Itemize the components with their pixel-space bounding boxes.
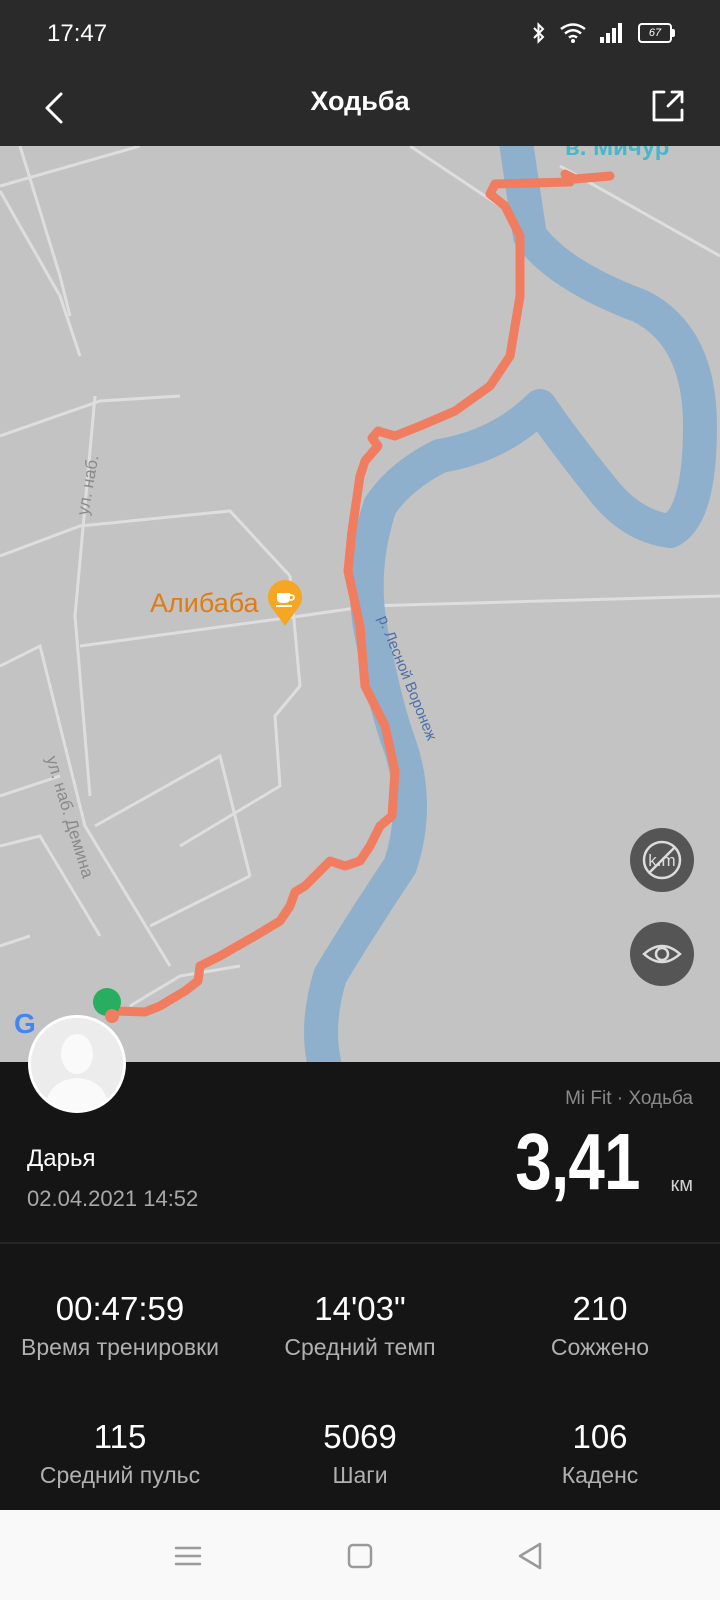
stat-label: Сожжено: [550, 1334, 650, 1360]
stat-value: 14'03": [314, 1290, 406, 1327]
street-label-nab: ул. наб.: [73, 454, 102, 517]
divider: [0, 1242, 720, 1244]
status-icons: 67: [532, 22, 675, 44]
units-toggle-button[interactable]: k.m: [630, 828, 694, 892]
stat-value: 210: [572, 1290, 628, 1327]
top-label: в. Мичур: [565, 146, 669, 161]
poi-label: Алибаба: [150, 587, 259, 618]
stat-value: 106: [572, 1418, 628, 1455]
stat-label: Время тренировки: [21, 1334, 219, 1360]
share-icon[interactable]: [646, 84, 690, 128]
eye-icon: [642, 944, 682, 964]
workout-date: 02.04.2021 14:52: [27, 1186, 199, 1211]
data-source: Mi Fit · Ходьба: [565, 1088, 693, 1109]
end-marker: [105, 1009, 119, 1023]
map-canvas: ул. наб. ул. наб. Демина р. Лесной Ворон…: [0, 146, 720, 1062]
stat-pace: 14'03" Средний темп: [240, 1290, 480, 1361]
map-road: [0, 934, 31, 948]
home-icon[interactable]: [342, 1538, 378, 1574]
map-road: [0, 643, 172, 967]
visibility-toggle-button[interactable]: [630, 922, 694, 986]
map-road: [0, 394, 181, 438]
km-hidden-icon: k.m: [642, 840, 682, 880]
stat-duration: 00:47:59 Время тренировки: [0, 1290, 240, 1361]
battery-icon: 67: [638, 23, 675, 43]
user-silhouette-icon: [31, 1018, 123, 1110]
stat-label: Шаги: [332, 1462, 388, 1488]
workout-summary: Дарья 02.04.2021 14:52 Mi Fit · Ходьба 3…: [0, 1015, 720, 1242]
user-name: Дарья: [27, 1145, 96, 1172]
river: [304, 146, 717, 1062]
status-bar: 17:47 67: [0, 0, 720, 70]
map-road: [18, 146, 72, 317]
stat-value: 5069: [323, 1418, 397, 1455]
map-road: [149, 874, 251, 928]
wifi-icon: [560, 23, 586, 43]
stats-grid: 00:47:59 Время тренировки 14'03" Средний…: [0, 1290, 720, 1510]
system-nav-bar: [0, 1510, 720, 1600]
stat-calories: 210 Сожжено: [480, 1290, 720, 1361]
distance-unit: км: [670, 1174, 694, 1196]
stat-label: Средний пульс: [39, 1462, 201, 1488]
stat-label: Средний темп: [284, 1334, 436, 1360]
avatar[interactable]: [28, 1015, 126, 1113]
poi-alibaba[interactable]: Алибаба: [150, 578, 305, 628]
page-title: Ходьба: [310, 86, 410, 116]
bluetooth-icon: [533, 22, 545, 44]
app-bar: Ходьба: [0, 70, 720, 146]
map-road: [0, 509, 292, 578]
stat-value: 00:47:59: [55, 1290, 185, 1327]
map-road: [409, 146, 501, 208]
stat-label: Каденс: [561, 1462, 639, 1488]
stat-cadence: 106 Каденс: [480, 1418, 720, 1489]
stat-heart-rate: 115 Средний пульс: [0, 1418, 240, 1489]
back-nav-icon[interactable]: [512, 1538, 548, 1574]
menu-icon[interactable]: [170, 1538, 206, 1574]
stat-steps: 5069 Шаги: [240, 1418, 480, 1489]
signal-icon: [600, 23, 622, 43]
stat-value: 115: [93, 1418, 147, 1455]
distance-value: 3,41: [515, 1117, 641, 1206]
status-time: 17:47: [47, 20, 108, 47]
map-road: [94, 753, 252, 877]
route-map[interactable]: ул. наб. ул. наб. Демина р. Лесной Ворон…: [0, 146, 720, 1062]
cafe-pin-icon: [267, 580, 302, 626]
google-logo: G: [14, 1008, 36, 1039]
